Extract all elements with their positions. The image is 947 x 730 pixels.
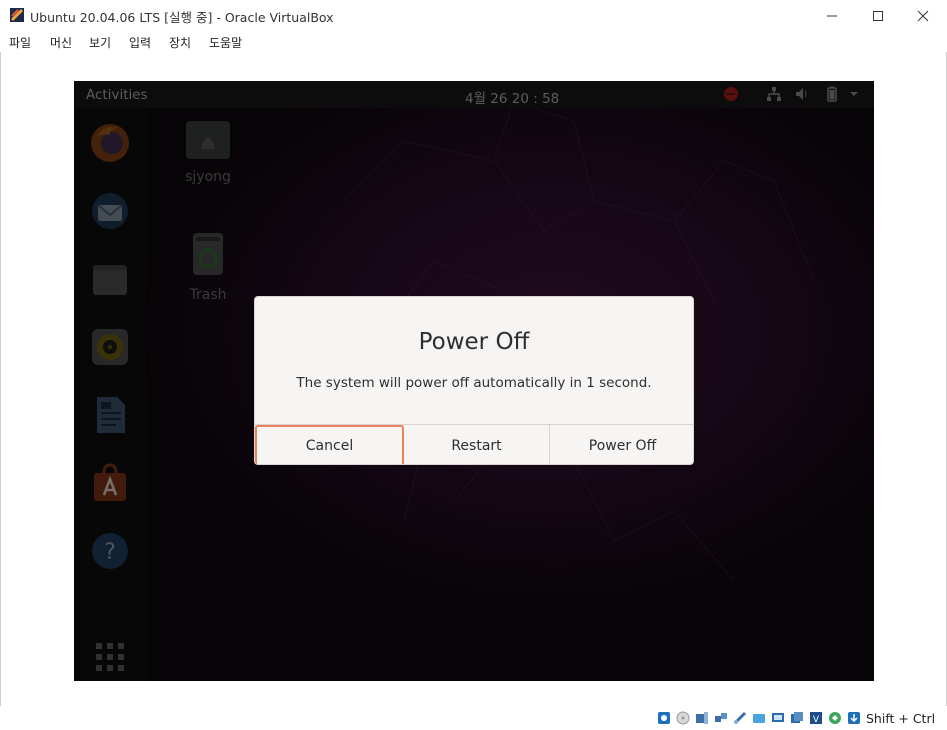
minimize-button[interactable] [809,0,855,31]
keyboard-capture-icon[interactable] [847,711,861,725]
maximize-icon [873,10,883,21]
menu-file[interactable]: 파일 [9,34,31,51]
menu-machine[interactable]: 머신 [50,34,72,51]
clock[interactable]: 4월 26 20 : 58 [465,87,559,107]
optical-drive-icon[interactable] [676,711,690,725]
menu-help[interactable]: 도움말 [209,34,242,51]
usb-icon[interactable] [733,711,747,725]
statusbar: V Shift + Ctrl [0,706,947,730]
volume-icon[interactable] [794,86,810,102]
svg-text:V: V [813,715,820,725]
stop-icon[interactable] [723,86,739,102]
hard-disk-icon[interactable] [657,711,671,725]
virtualbox-icon [10,8,24,22]
audio-icon[interactable] [695,711,709,725]
restart-button[interactable]: Restart [404,425,550,464]
dialog-title: Power Off [418,329,530,355]
shared-folders-icon[interactable] [752,711,766,725]
cancel-button[interactable]: Cancel [255,425,404,464]
display-icon[interactable] [771,711,785,725]
gnome-topbar: Activities 4월 26 20 : 58 [74,81,874,108]
host-key-label: Shift + Ctrl [866,711,936,726]
close-icon [917,10,929,21]
power-off-button[interactable]: Power Off [550,425,693,464]
window-titlebar: Ubuntu 20.04.06 LTS [실행 중] - Oracle Virt… [0,0,947,31]
maximize-button[interactable] [855,0,901,31]
window-title: Ubuntu 20.04.06 LTS [실행 중] - Oracle Virt… [30,10,334,25]
close-button[interactable] [900,0,946,31]
activities-button[interactable]: Activities [86,87,148,103]
dialog-button-row: Cancel Restart Power Off [255,424,693,464]
recording-icon[interactable] [790,711,804,725]
vm-screen[interactable]: ? sjyong Trash Activities 4월 26 20 : 58 [74,81,874,681]
power-off-dialog: Power Off The system will power off auto… [254,296,694,465]
menubar: 파일 머신 보기 입력 장치 도움말 [0,31,947,52]
virtualization-icon[interactable]: V [809,711,823,725]
battery-icon[interactable] [824,86,840,102]
network-icon[interactable] [766,86,782,102]
dropdown-arrow-icon[interactable] [846,86,862,102]
network-adapter-icon[interactable] [714,711,728,725]
menu-devices[interactable]: 장치 [169,34,191,51]
mouse-integration-icon[interactable] [828,711,842,725]
menu-input[interactable]: 입력 [129,34,151,51]
menu-view[interactable]: 보기 [89,34,111,51]
minimize-icon [827,15,837,16]
dialog-message: The system will power off automatically … [296,375,652,391]
